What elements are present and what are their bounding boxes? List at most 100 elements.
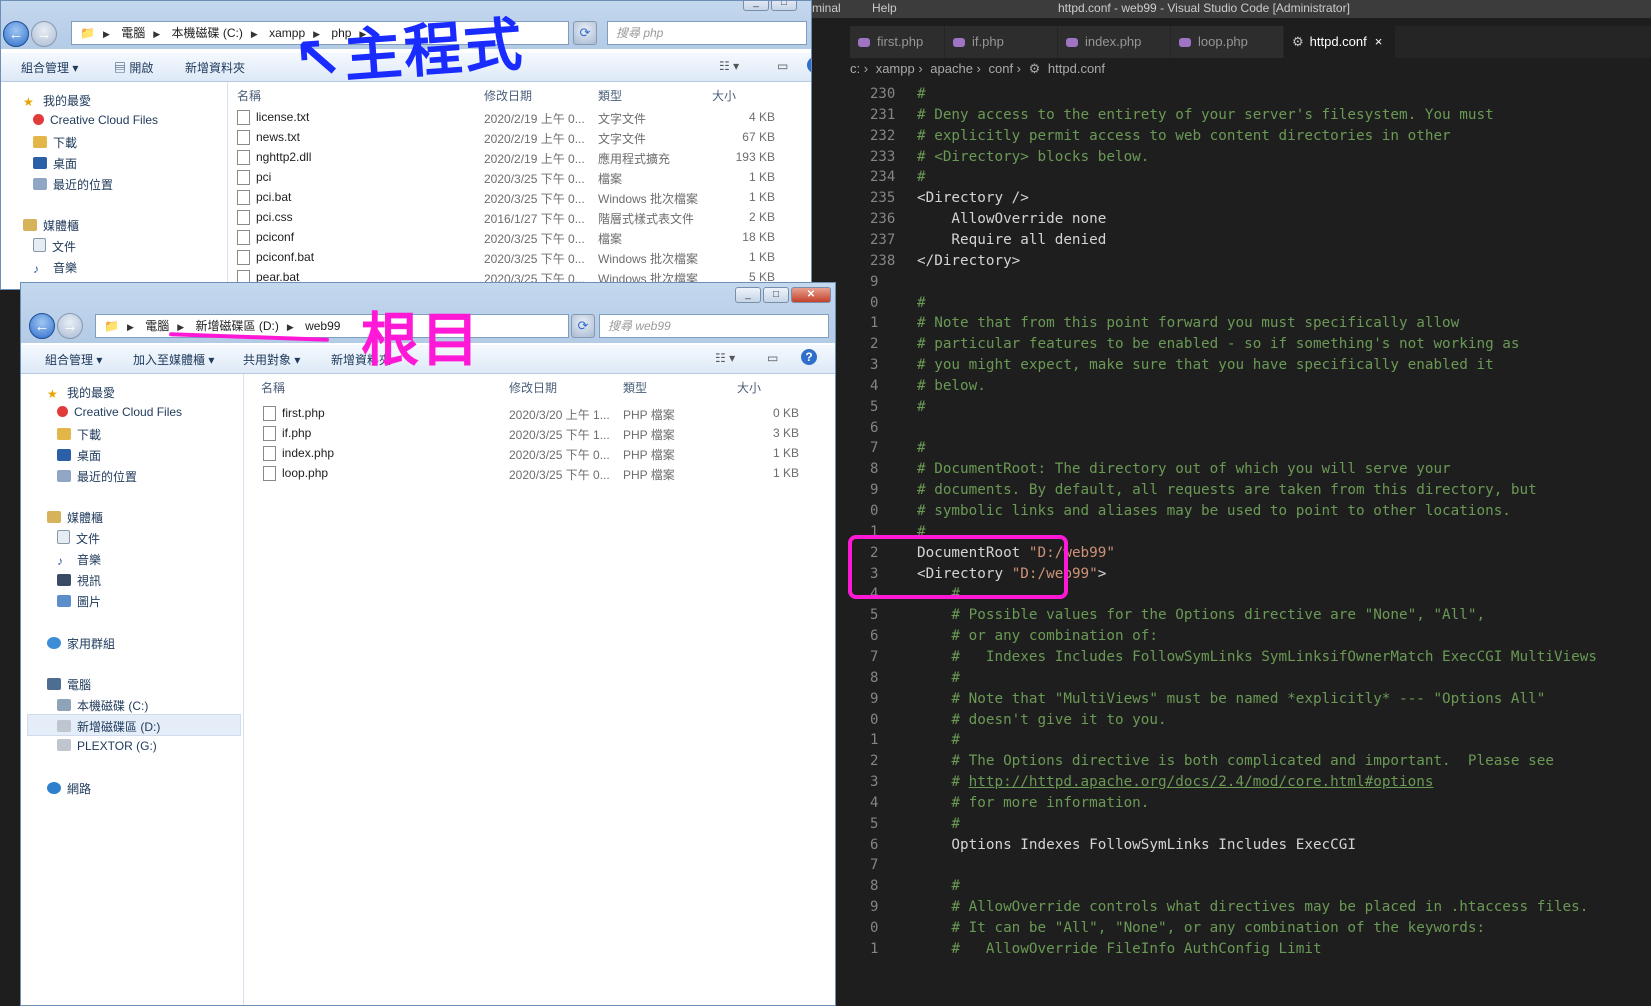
column-size[interactable]: 大小 bbox=[737, 379, 761, 396]
nav-drive-g[interactable]: PLEXTOR (G:) bbox=[57, 739, 157, 753]
file-row[interactable]: news.txt 2020/2/19 上午 0... 文字文件 67 KB bbox=[1, 127, 811, 147]
code-line[interactable]: # Indexes Includes FollowSymLinks SymLin… bbox=[917, 649, 1597, 665]
nav-computer[interactable]: 電腦 bbox=[47, 676, 91, 693]
nav-music[interactable]: ♪ 音樂 bbox=[57, 551, 101, 568]
address-segment[interactable]: 本機磁碟 (C:) bbox=[172, 22, 243, 44]
forward-button[interactable]: → bbox=[57, 313, 83, 339]
nav-pictures[interactable]: 圖片 bbox=[57, 593, 101, 610]
add-to-library-button[interactable]: 加入至媒體櫃 ▾ bbox=[133, 351, 214, 368]
organize-button[interactable]: 組合管理 ▾ bbox=[21, 59, 78, 76]
code-line[interactable]: # for more information. bbox=[917, 795, 1149, 811]
code-line[interactable]: # bbox=[917, 169, 926, 185]
breadcrumb-item[interactable]: c: › bbox=[850, 61, 868, 76]
preview-pane-icon[interactable]: ▭ bbox=[767, 351, 778, 365]
code-line[interactable]: # Note that from this point forward you … bbox=[917, 315, 1459, 331]
tab-loop-php[interactable]: loop.php bbox=[1171, 26, 1284, 58]
nav-libraries[interactable]: 媒體櫃 bbox=[47, 509, 103, 526]
code-line[interactable]: # bbox=[917, 295, 926, 311]
code-line[interactable]: # http://httpd.apache.org/docs/2.4/mod/c… bbox=[917, 774, 1433, 790]
file-row[interactable]: pciconf.bat 2020/3/25 下午 0... Windows 批次檔案… bbox=[1, 247, 811, 267]
code-line[interactable]: # explicitly permit access to web conten… bbox=[917, 128, 1451, 144]
code-line[interactable]: # bbox=[917, 670, 960, 686]
code-line[interactable]: # The Options directive is both complica… bbox=[917, 753, 1554, 769]
nav-documents[interactable]: 文件 bbox=[57, 530, 100, 547]
code-line[interactable]: # below. bbox=[917, 378, 986, 394]
maximize-button[interactable]: □ bbox=[763, 287, 789, 303]
help-icon[interactable]: ? bbox=[807, 57, 811, 73]
nav-videos[interactable]: 視訊 bbox=[57, 572, 101, 589]
code-line[interactable]: # AllowOverride FileInfo AuthConfig Limi… bbox=[917, 941, 1321, 957]
nav-network[interactable]: 網路 bbox=[47, 780, 91, 797]
code-line[interactable]: # you might expect, make sure that you h… bbox=[917, 357, 1494, 373]
file-row[interactable]: pci 2020/3/25 下午 0... 檔案 1 KB bbox=[1, 167, 811, 187]
nav-drive-d[interactable]: 新增磁碟區 (D:) bbox=[57, 718, 160, 735]
breadcrumb-item[interactable]: httpd.conf bbox=[1048, 61, 1105, 76]
file-row[interactable]: license.txt 2020/2/19 上午 0... 文字文件 4 KB bbox=[1, 107, 811, 127]
view-options-icon[interactable]: ☷ ▾ bbox=[719, 59, 739, 73]
minimize-button[interactable]: _ bbox=[735, 287, 761, 303]
code-line[interactable]: # Deny access to the entirety of your se… bbox=[917, 107, 1494, 123]
file-row[interactable]: index.php 2020/3/25 下午 0... PHP 檔案 1 KB bbox=[21, 443, 835, 463]
nav-favorites[interactable]: ★ 我的最愛 bbox=[47, 384, 115, 401]
search-input[interactable]: 搜尋 php bbox=[607, 21, 807, 45]
code-line[interactable]: # bbox=[917, 878, 960, 894]
tab-httpd-conf[interactable]: ⚙ httpd.conf × bbox=[1284, 26, 1396, 58]
address-segment[interactable]: 電腦 bbox=[121, 22, 145, 44]
back-button[interactable]: ← bbox=[3, 21, 29, 47]
code-line[interactable]: Options Indexes FollowSymLinks Includes … bbox=[917, 837, 1356, 853]
breadcrumb-item[interactable]: xampp › bbox=[876, 61, 923, 76]
share-with-button[interactable]: 共用對象 ▾ bbox=[243, 351, 300, 368]
view-options-icon[interactable]: ☷ ▾ bbox=[715, 351, 735, 365]
code-line[interactable]: <Directory /> bbox=[917, 190, 1029, 206]
column-date[interactable]: 修改日期 bbox=[484, 87, 532, 104]
breadcrumb-item[interactable]: apache › bbox=[930, 61, 981, 76]
file-row[interactable]: if.php 2020/3/25 下午 1... PHP 檔案 3 KB bbox=[21, 423, 835, 443]
nav-homegroup[interactable]: 家用群組 bbox=[47, 635, 115, 652]
tab-first-php[interactable]: first.php bbox=[850, 26, 945, 58]
close-icon[interactable]: × bbox=[1375, 34, 1383, 49]
organize-button[interactable]: 組合管理 ▾ bbox=[45, 351, 102, 368]
nav-drive-c[interactable]: 本機磁碟 (C:) bbox=[57, 697, 148, 714]
code-line[interactable]: # Note that "MultiViews" must be named *… bbox=[917, 691, 1545, 707]
code-line[interactable]: # particular features to be enabled - so… bbox=[917, 336, 1520, 352]
file-row[interactable]: pci.css 2016/1/27 下午 0... 階層式樣式表文件 2 KB bbox=[1, 207, 811, 227]
close-button[interactable]: ✕ bbox=[791, 287, 831, 303]
file-row[interactable]: loop.php 2020/3/25 下午 0... PHP 檔案 1 KB bbox=[21, 463, 835, 483]
new-folder-button[interactable]: 新增資料夾 bbox=[185, 59, 245, 76]
address-segment[interactable]: 電腦 bbox=[145, 315, 169, 337]
file-row[interactable]: first.php 2020/3/20 上午 1... PHP 檔案 0 KB bbox=[21, 403, 835, 423]
code-line[interactable]: # AllowOverride controls what directives… bbox=[917, 899, 1588, 915]
column-name[interactable]: 名稱 bbox=[261, 379, 285, 396]
column-name[interactable]: 名稱 bbox=[237, 87, 261, 104]
file-row[interactable]: pci.bat 2020/3/25 下午 0... Windows 批次檔案 1 KB bbox=[1, 187, 811, 207]
code-line[interactable]: # It can be "All", "None", or any combin… bbox=[917, 920, 1485, 936]
code-line[interactable]: # DocumentRoot: The directory out of whi… bbox=[917, 461, 1451, 477]
code-line[interactable]: # bbox=[917, 399, 926, 415]
code-line[interactable]: # bbox=[917, 86, 926, 102]
address-segment[interactable]: web99 bbox=[305, 315, 340, 337]
code-line[interactable]: # bbox=[917, 816, 960, 832]
help-icon[interactable]: ? bbox=[801, 349, 817, 365]
minimize-button[interactable]: _ bbox=[743, 1, 769, 11]
address-bar[interactable]: 📁 ▶ 電腦 ▶ 新增磁碟區 (D:) ▶ web99 bbox=[95, 314, 569, 338]
preview-pane-icon[interactable]: ▭ bbox=[777, 59, 788, 73]
open-button[interactable]: ▤ 開啟 bbox=[114, 59, 153, 76]
back-button[interactable]: ← bbox=[29, 313, 55, 339]
code-line[interactable]: Require all denied bbox=[917, 232, 1106, 248]
tab-index-php[interactable]: index.php bbox=[1058, 26, 1171, 58]
menu-help[interactable]: Help bbox=[872, 0, 897, 16]
column-date[interactable]: 修改日期 bbox=[509, 379, 557, 396]
code-line[interactable]: # doesn't give it to you. bbox=[917, 712, 1166, 728]
forward-button[interactable]: → bbox=[31, 21, 57, 47]
refresh-icon[interactable]: ⟳ bbox=[571, 314, 595, 338]
column-type[interactable]: 類型 bbox=[623, 379, 647, 396]
tab-if-php[interactable]: if.php bbox=[945, 26, 1058, 58]
code-line[interactable]: # bbox=[917, 732, 960, 748]
code-line[interactable]: AllowOverride none bbox=[917, 211, 1106, 227]
menu-terminal[interactable]: rminal bbox=[808, 0, 841, 16]
column-size[interactable]: 大小 bbox=[712, 87, 736, 104]
code-line[interactable]: # symbolic links and aliases may be used… bbox=[917, 503, 1511, 519]
search-input[interactable]: 搜尋 web99 bbox=[599, 314, 829, 338]
code-line[interactable]: # Possible values for the Options direct… bbox=[917, 607, 1485, 623]
code-line[interactable]: # documents. By default, all requests ar… bbox=[917, 482, 1537, 498]
